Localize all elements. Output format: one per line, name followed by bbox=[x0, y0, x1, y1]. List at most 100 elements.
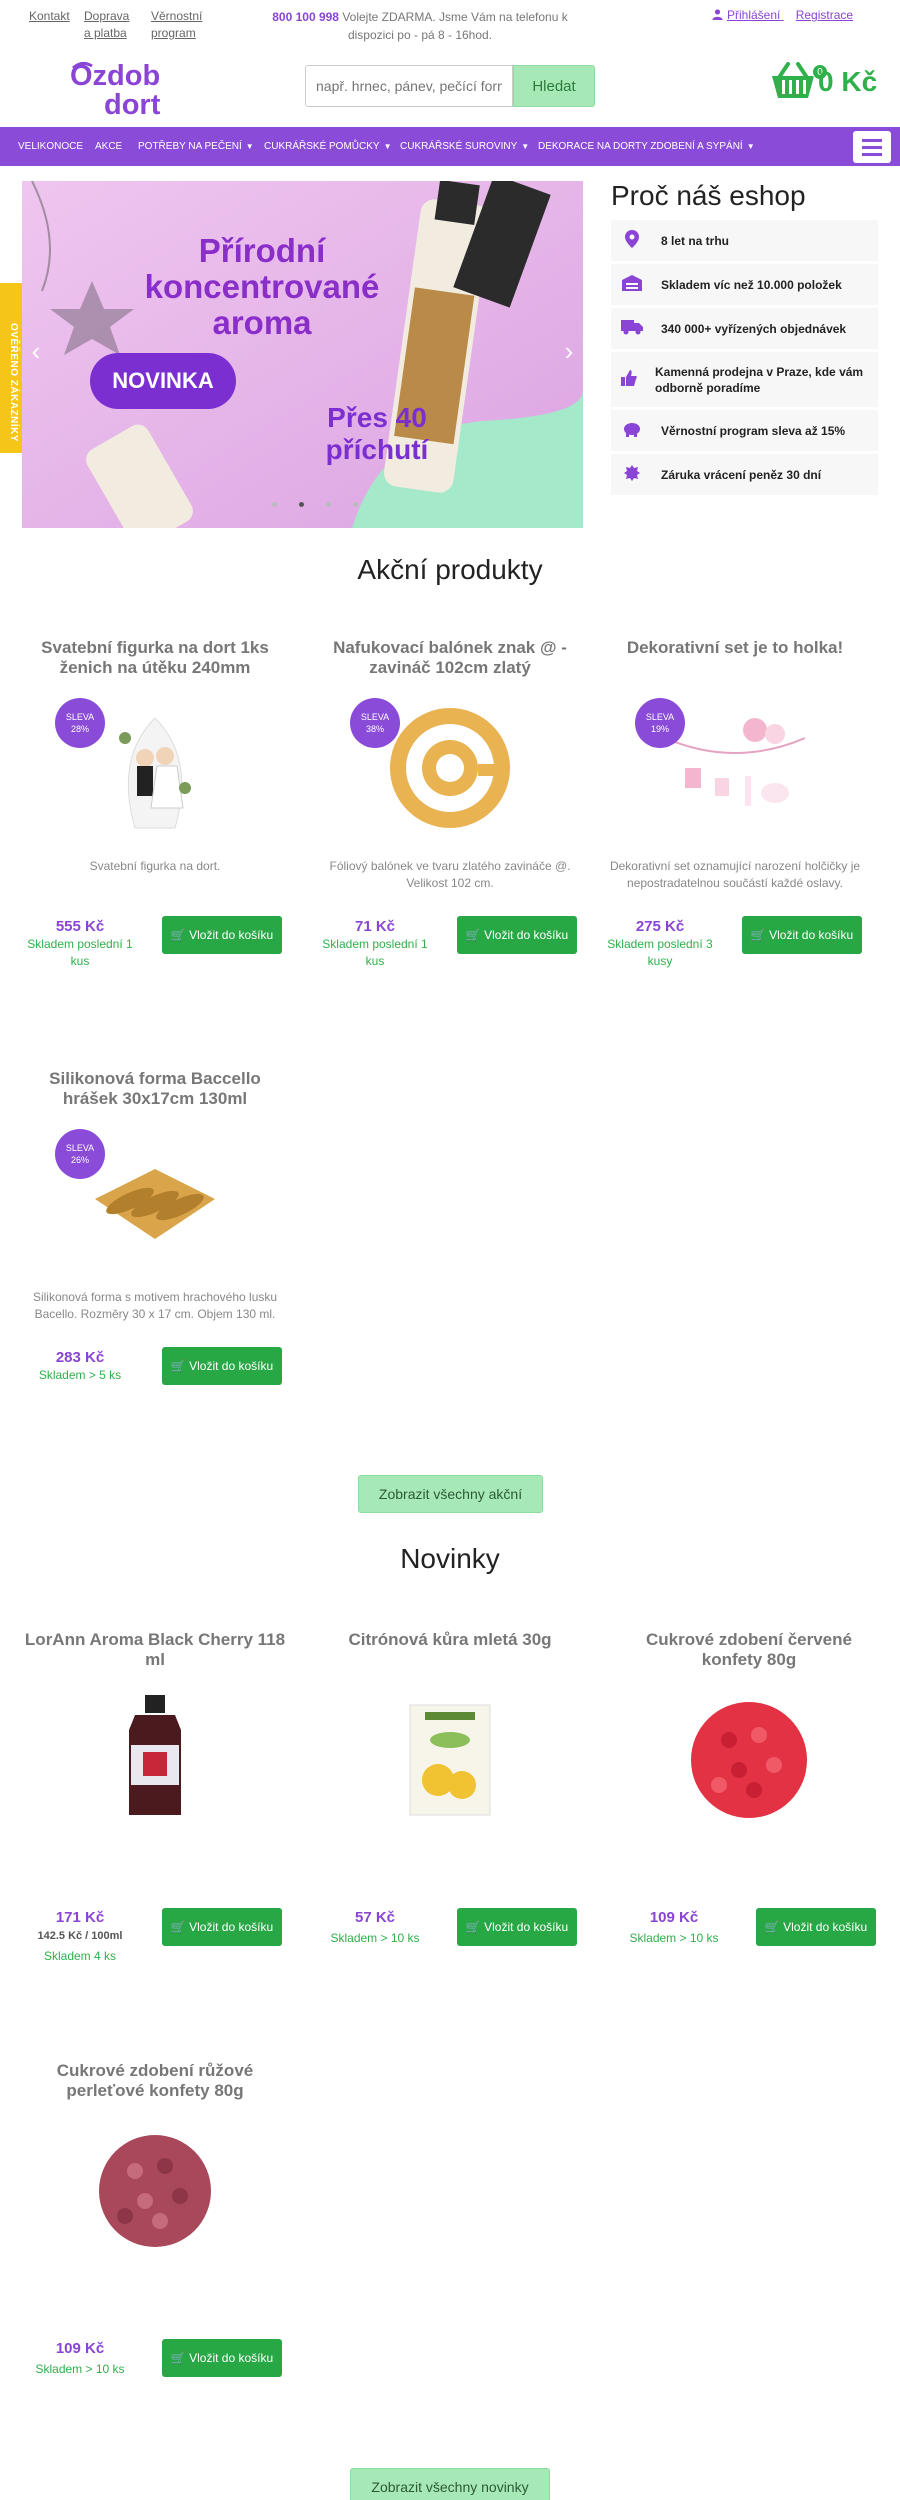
why-item: Záruka vrácení peněz 30 dní bbox=[611, 454, 878, 498]
product-name[interactable]: Citrónová kůra mletá 30g bbox=[315, 1630, 585, 1650]
product-name[interactable]: Dekorativní set je to holka! bbox=[600, 638, 870, 658]
slider-dot[interactable] bbox=[353, 502, 358, 507]
discount-badge: SLEVA 19% bbox=[635, 698, 685, 748]
add-to-cart-label: Vložit do košíku bbox=[189, 928, 274, 942]
nav-item-akce[interactable]: AKCE bbox=[95, 127, 122, 166]
loyalty-link[interactable]: Věrnostní bbox=[151, 8, 202, 25]
product-image[interactable] bbox=[679, 1690, 819, 1830]
discount-badge: SLEVA 28% bbox=[55, 698, 105, 748]
warehouse-icon bbox=[621, 274, 643, 295]
nav-item-tools[interactable]: CUKRÁŘSKÉ POMŮCKY ▼ bbox=[264, 127, 392, 166]
why-item: 340 000+ vyřízených objednávek bbox=[611, 308, 878, 352]
product-image[interactable] bbox=[85, 2121, 225, 2261]
product-card: Silikonová forma Baccello hrášek 30x17cm… bbox=[20, 1069, 290, 1399]
slider-dot[interactable] bbox=[272, 502, 277, 507]
add-to-cart-button[interactable]: 🛒 Vložit do košíku bbox=[162, 1347, 282, 1385]
user-icon bbox=[712, 9, 723, 20]
add-to-cart-button[interactable]: 🛒 Vložit do košíku bbox=[162, 916, 282, 954]
nav-item-ingredients[interactable]: CUKRÁŘSKÉ SUROVINY ▼ bbox=[400, 127, 529, 166]
add-to-cart-button[interactable]: 🛒 Vložit do košíku bbox=[457, 1908, 577, 1946]
product-description: Svatební figurka na dort. bbox=[89, 859, 221, 873]
why-item: Kamenná prodejna v Praze, kde vám odborn… bbox=[611, 352, 878, 410]
logo-text-line2: dort bbox=[104, 89, 161, 118]
discount-badge: SLEVA 38% bbox=[350, 698, 400, 748]
show-all-sale-button[interactable]: Zobrazit všechny akční bbox=[358, 1475, 543, 1513]
why-item-label: 340 000+ vyřízených objednávek bbox=[661, 321, 847, 336]
product-name[interactable]: Silikonová forma Baccello hrášek 30x17cm… bbox=[20, 1069, 290, 1109]
nav-item-baking[interactable]: POTŘEBY NA PEČENÍ ▼ bbox=[138, 127, 254, 166]
search-bar: Hledat bbox=[305, 65, 595, 107]
add-to-cart-button[interactable]: 🛒 Vložit do košíku bbox=[457, 916, 577, 954]
unit-price: 142.5 Kč / 100ml bbox=[37, 1930, 123, 1942]
product-price: 71 Kč bbox=[354, 918, 396, 935]
shipping-link[interactable]: Doprava bbox=[84, 8, 129, 25]
cart[interactable]: 0 0 Kč bbox=[768, 58, 888, 106]
why-eshop-list: 8 let na trhu Skladem víc než 10.000 pol… bbox=[611, 220, 878, 498]
nav-item-label: AKCE bbox=[95, 141, 123, 152]
slider-dots bbox=[272, 494, 380, 512]
cart-icon: 🛒 bbox=[750, 928, 770, 942]
contact-link[interactable]: Kontakt bbox=[29, 8, 70, 25]
slider-prev-icon[interactable]: ‹ bbox=[24, 336, 48, 366]
truck-icon bbox=[621, 319, 643, 339]
add-to-cart-button[interactable]: 🛒 Vložit do košíku bbox=[742, 916, 862, 954]
product-image[interactable] bbox=[380, 698, 520, 838]
slide-badge[interactable]: NOVINKA bbox=[90, 353, 236, 409]
stock-status: Skladem 4 ks bbox=[43, 1949, 117, 1963]
slider-dot[interactable] bbox=[326, 502, 331, 507]
product-name[interactable]: Cukrové zdobení červené konfety 80g bbox=[614, 1630, 884, 1670]
login-link[interactable]: Přihlášení bbox=[712, 8, 784, 22]
add-to-cart-button[interactable]: 🛒 Vložit do košíku bbox=[162, 1908, 282, 1946]
cart-icon: 🛒 bbox=[170, 928, 190, 942]
product-image[interactable] bbox=[85, 1129, 225, 1269]
show-all-news-button[interactable]: Zobrazit všechny novinky bbox=[350, 2468, 550, 2500]
stock-status: Skladem > 10 ks bbox=[35, 2362, 125, 2376]
news-section-title: Novinky bbox=[400, 1543, 500, 1574]
hamburger-menu-icon[interactable] bbox=[853, 131, 891, 163]
stock-status: Skladem > 10 ks bbox=[330, 1931, 420, 1945]
map-marker-icon bbox=[621, 229, 643, 252]
stock-status: Skladem poslední 3 kusy bbox=[607, 937, 713, 968]
logo[interactable]: Ozdob dort bbox=[70, 58, 170, 121]
why-item-label: Skladem víc než 10.000 položek bbox=[661, 277, 842, 292]
add-to-cart-label: Vložit do košíku bbox=[769, 928, 854, 942]
search-input[interactable] bbox=[305, 65, 513, 107]
add-to-cart-button[interactable]: 🛒 Vložit do košíku bbox=[756, 1908, 876, 1946]
product-price: 109 Kč bbox=[55, 2340, 105, 2357]
nav-item-velikonoce[interactable]: VELIKONOCE bbox=[18, 127, 83, 166]
sale-section-title: Akční produkty bbox=[357, 554, 543, 585]
product-image[interactable] bbox=[380, 1690, 520, 1830]
product-name[interactable]: LorAnn Aroma Black Cherry 118 ml bbox=[20, 1630, 290, 1670]
slider-next-icon[interactable]: › bbox=[557, 336, 581, 366]
add-to-cart-button[interactable]: 🛒 Vložit do košíku bbox=[162, 2339, 282, 2377]
slider-dot[interactable] bbox=[299, 502, 304, 507]
shipping-link-line2[interactable]: a platba bbox=[84, 25, 127, 42]
why-item: Věrnostní program sleva až 15% bbox=[611, 410, 878, 454]
product-card: Svatební figurka na dort 1ks ženich na ú… bbox=[20, 638, 290, 968]
add-to-cart-label: Vložit do košíku bbox=[189, 2351, 274, 2365]
product-price: 555 Kč bbox=[55, 918, 105, 935]
product-name[interactable]: Nafukovací balónek znak @ - zavináč 102c… bbox=[315, 638, 585, 678]
product-image[interactable] bbox=[85, 1690, 225, 1830]
slide-count-text: Přes 40 příchutí bbox=[325, 402, 429, 465]
product-name[interactable]: Cukrové zdobení růžové perleťové konfety… bbox=[20, 2061, 290, 2101]
product-name[interactable]: Svatební figurka na dort 1ks ženich na ú… bbox=[20, 638, 290, 678]
why-item-label: 8 let na trhu bbox=[661, 233, 730, 248]
product-card: Citrónová kůra mletá 30g 57 Kč Skladem >… bbox=[315, 1630, 585, 1970]
loyalty-link-line2[interactable]: program bbox=[151, 25, 196, 42]
caret-down-icon: ▼ bbox=[383, 142, 392, 151]
nav-item-decorations[interactable]: DEKORACE NA DORTY ZDOBENÍ A SYPÁNÍ ▼ bbox=[538, 127, 755, 166]
product-description: Silikonová forma s motivem hrachového lu… bbox=[32, 1290, 278, 1321]
product-price: 275 Kč bbox=[635, 918, 685, 935]
cart-icon: 🛒 bbox=[170, 2351, 190, 2365]
caret-down-icon: ▼ bbox=[521, 142, 530, 151]
product-image[interactable] bbox=[85, 698, 225, 838]
stock-status: Skladem poslední 1 kus bbox=[27, 937, 133, 968]
logo-graphic: Ozdob dort bbox=[70, 60, 161, 121]
product-image[interactable] bbox=[665, 698, 805, 838]
add-to-cart-label: Vložit do košíku bbox=[484, 928, 569, 942]
register-link[interactable]: Registrace bbox=[796, 8, 853, 22]
add-to-cart-label: Vložit do košíku bbox=[189, 1920, 274, 1934]
search-button[interactable]: Hledat bbox=[513, 65, 595, 107]
hotline-phone[interactable]: 800 100 998 bbox=[272, 10, 339, 24]
